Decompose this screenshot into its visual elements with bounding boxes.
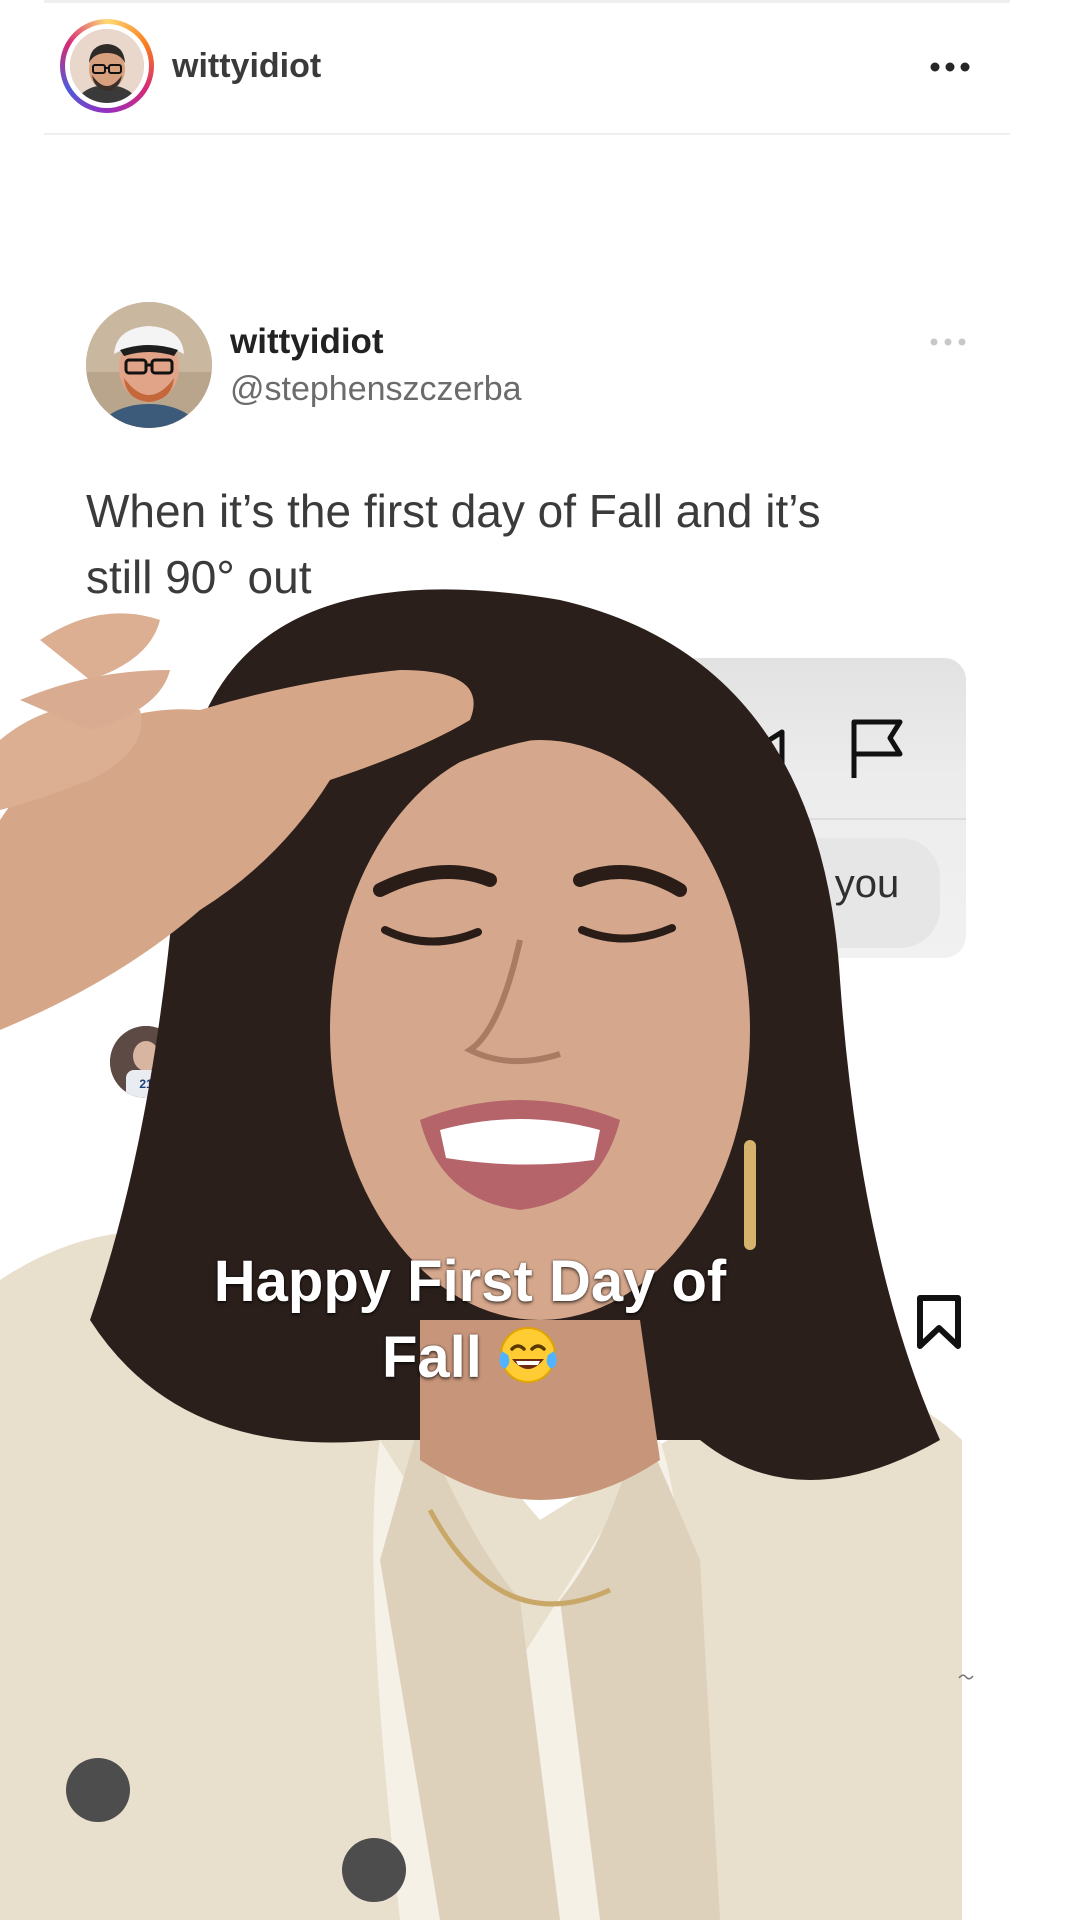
face-with-tears-of-joy-icon bbox=[499, 1327, 557, 1383]
more-options-button[interactable] bbox=[920, 47, 980, 87]
avatar[interactable] bbox=[70, 29, 144, 103]
tweet-avatar-photo bbox=[86, 302, 212, 428]
story-ring-inner bbox=[65, 24, 149, 108]
caption-line-1: Happy First Day of bbox=[213, 1249, 727, 1314]
post-username[interactable]: wittyidiot bbox=[172, 47, 321, 86]
tilde-mark bbox=[958, 1674, 974, 1680]
more-horizontal-icon bbox=[930, 338, 966, 346]
post-header: wittyidiot bbox=[44, 3, 1010, 135]
story-ring[interactable] bbox=[60, 19, 154, 113]
tweet-text-line-1: When it’s the first day of Fall and it’s bbox=[86, 485, 821, 537]
tweet-handle: @stephenszczerba bbox=[230, 370, 522, 408]
more-horizontal-icon bbox=[930, 62, 970, 72]
video-caption: Happy First Day of Fall bbox=[150, 1244, 790, 1396]
tweet-display-name: wittyidiot bbox=[230, 322, 384, 361]
person-selfie-photo bbox=[0, 589, 962, 1920]
avatar-illustration bbox=[70, 29, 144, 103]
caption-line-2-text: Fall bbox=[381, 1325, 482, 1390]
caption-line-2: Fall bbox=[150, 1320, 790, 1396]
bookmark-icon[interactable] bbox=[914, 1294, 964, 1350]
tweet-avatar bbox=[86, 302, 212, 428]
post-frame: wittyidiot wittyidiot @stephenszczerba W… bbox=[0, 0, 1080, 1920]
